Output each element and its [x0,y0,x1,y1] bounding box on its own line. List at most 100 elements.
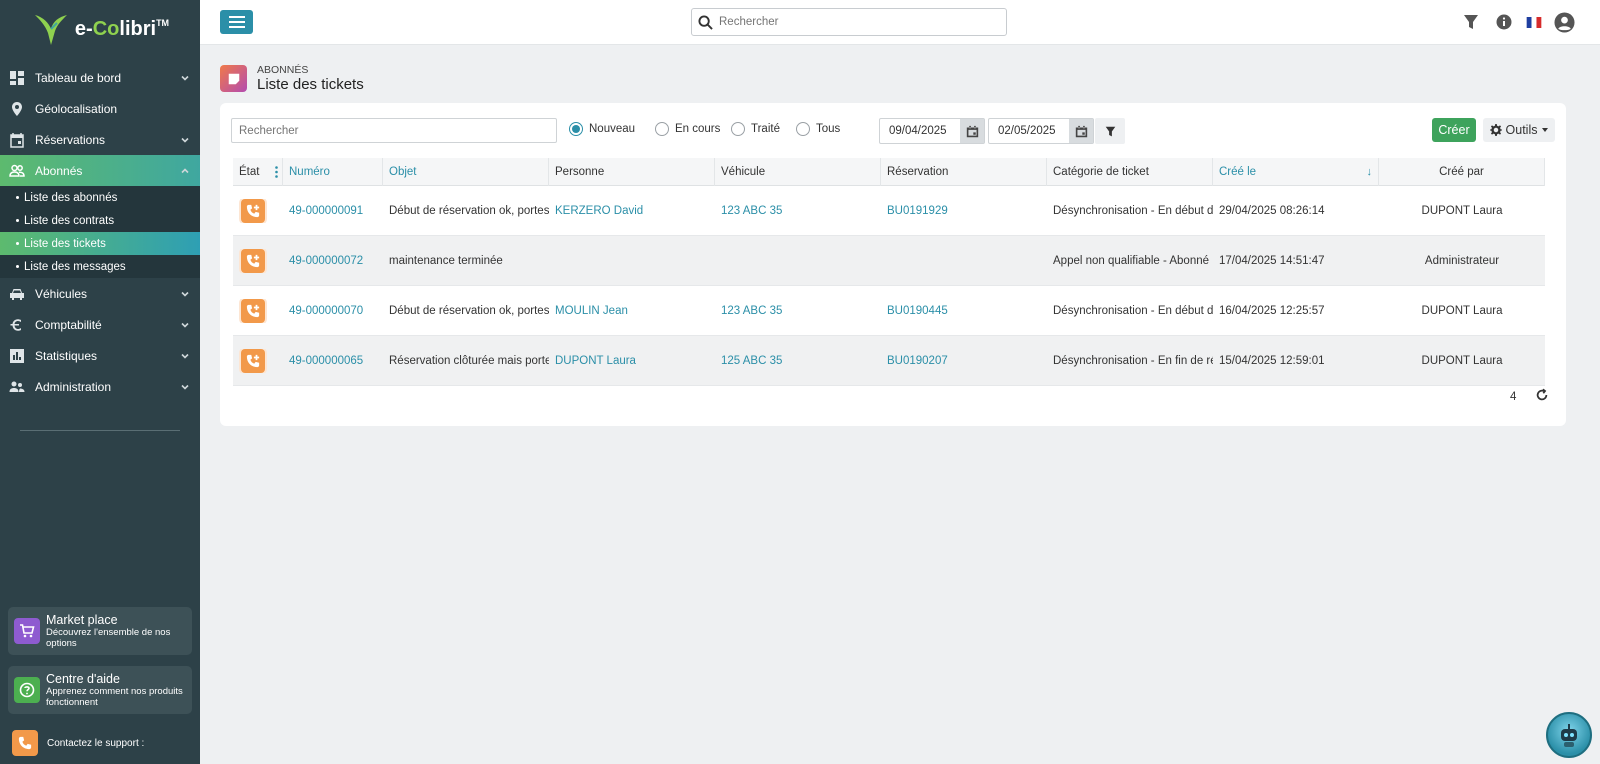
caret-down-icon [1542,128,1549,132]
table-row[interactable]: 49-000000072 maintenance terminée Appel … [233,236,1545,286]
french-flag-icon[interactable] [1525,13,1543,31]
cell-numero[interactable]: 49-000000070 [283,305,383,317]
col-numero[interactable]: Numéro [283,158,383,186]
sidebar-subitem-liste-tickets[interactable]: Liste des tickets [0,232,200,255]
sidebar-divider [20,430,180,431]
apply-filter-button[interactable] [1095,118,1125,144]
bullet-icon [16,196,19,199]
global-search-input[interactable] [719,16,1006,28]
admin-users-icon [8,378,26,396]
cell-vehicule[interactable]: 123 ABC 35 [715,205,881,217]
cell-cree-le: 15/04/2025 12:59:01 [1219,354,1325,367]
sidebar-subitem-label: Liste des messages [24,260,126,273]
radio-en-cours[interactable]: En cours [655,122,720,136]
chatbot-assistant-button[interactable] [1546,712,1592,758]
radio-label: Tous [816,123,841,135]
filter-icon [1105,126,1115,136]
sidebar-item-label: Tableau de bord [35,70,122,85]
sidebar-subitem-liste-contrats[interactable]: Liste des contrats [0,209,200,232]
col-personne[interactable]: Personne [549,158,715,186]
cell-cree-par: Administrateur [1424,254,1500,267]
cell-cree-par: DUPONT Laura [1421,354,1503,367]
col-objet[interactable]: Objet [383,158,549,186]
column-options-icon[interactable] [275,166,278,178]
contact-support-label: Contactez le support : [47,737,145,749]
ticket-page-icon [220,65,247,92]
page-header: ABONNÉS Liste des tickets [220,64,364,93]
cell-objet: Début de réservation ok, portes [389,204,549,217]
logo[interactable]: e-ColibriTM [0,0,200,58]
shopping-cart-icon [14,618,40,644]
filter-icon[interactable] [1462,13,1480,31]
cell-numero[interactable]: 49-000000091 [283,205,383,217]
sidebar-item-vehicules[interactable]: Véhicules [0,278,200,309]
col-label: Réservation [887,166,949,178]
tools-dropdown-button[interactable]: Outils [1483,118,1555,142]
euro-icon [8,316,26,334]
sidebar-subitem-liste-messages[interactable]: Liste des messages [0,255,200,278]
sidebar-item-reservations[interactable]: Réservations [0,124,200,155]
col-cree-par[interactable]: Créé par [1379,158,1545,186]
hamburger-icon [228,16,245,28]
calendar-picker-icon[interactable] [960,119,984,143]
col-etat[interactable]: État [233,158,283,186]
users-icon [8,162,26,180]
location-pin-icon [8,100,26,118]
table-row[interactable]: 49-000000070 Début de réservation ok, po… [233,286,1545,336]
date-from-field[interactable]: 09/04/2025 [879,118,985,144]
cell-objet: Début de réservation ok, portes [389,304,549,317]
radio-circle [569,122,583,136]
cell-cree-par: DUPONT Laura [1421,304,1503,317]
col-categorie[interactable]: Catégorie de ticket [1047,158,1213,186]
help-center-card[interactable]: Centre d'aide Apprenez comment nos produ… [8,666,192,714]
cell-categorie: Appel non qualifiable - Abonné r [1053,254,1213,267]
calendar-icon [8,131,26,149]
cell-reservation[interactable]: BU0191929 [881,205,1047,217]
col-cree-le[interactable]: Créé le ↓ [1213,158,1379,186]
date-from-value: 09/04/2025 [889,125,947,137]
sidebar-item-abonnes[interactable]: Abonnés [0,155,200,186]
sidebar-nav: Tableau de bord Géolocalisation Réservat… [0,62,200,402]
cell-personne[interactable]: MOULIN Jean [549,305,715,317]
contact-support[interactable]: Contactez le support : [12,730,144,756]
cell-numero[interactable]: 49-000000065 [283,355,383,367]
sidebar-item-tableau-de-bord[interactable]: Tableau de bord [0,62,200,93]
sidebar-item-geolocalisation[interactable]: Géolocalisation [0,93,200,124]
refresh-button[interactable] [1535,388,1551,404]
table-row[interactable]: 49-000000065 Réservation clôturée mais p… [233,336,1545,386]
cell-personne[interactable]: DUPONT Laura [549,355,715,367]
phone-icon [12,730,38,756]
sidebar-item-statistiques[interactable]: Statistiques [0,340,200,371]
col-vehicule[interactable]: Véhicule [715,158,881,186]
filter-bar: Nouveau En cours Traité Tous 09/04/2025 … [231,118,1555,144]
info-icon[interactable] [1495,13,1513,31]
sidebar-item-comptabilite[interactable]: Comptabilité [0,309,200,340]
table-row[interactable]: 49-000000091 Début de réservation ok, po… [233,186,1545,236]
car-icon [8,285,26,303]
date-to-field[interactable]: 02/05/2025 [988,118,1094,144]
user-avatar-icon[interactable] [1553,11,1575,33]
col-label: Créé le [1219,166,1257,178]
cell-vehicule[interactable]: 125 ABC 35 [715,355,881,367]
radio-traite[interactable]: Traité [731,122,780,136]
sidebar-item-administration[interactable]: Administration [0,371,200,402]
cell-personne[interactable]: KERZERO David [549,205,715,217]
calendar-picker-icon[interactable] [1069,119,1093,143]
cell-cree-le: 29/04/2025 08:26:14 [1219,204,1325,217]
create-button[interactable]: Créer [1432,118,1476,142]
chevron-down-icon [181,137,189,143]
radio-tous[interactable]: Tous [796,122,840,136]
breadcrumb[interactable]: ABONNÉS [257,64,364,76]
cell-vehicule[interactable]: 123 ABC 35 [715,305,881,317]
cell-reservation[interactable]: BU0190445 [881,305,1047,317]
table-search-input[interactable] [231,118,557,143]
cell-categorie: Désynchronisation - En fin de rés [1053,354,1213,367]
col-reservation[interactable]: Réservation [881,158,1047,186]
cell-reservation[interactable]: BU0190207 [881,355,1047,367]
hamburger-menu-button[interactable] [220,10,253,34]
radio-circle [731,122,745,136]
radio-nouveau[interactable]: Nouveau [569,122,635,136]
cell-numero[interactable]: 49-000000072 [283,255,383,267]
market-place-card[interactable]: Market place Découvrez l'ensemble de nos… [8,607,192,655]
sidebar-subitem-liste-abonnes[interactable]: Liste des abonnés [0,186,200,209]
